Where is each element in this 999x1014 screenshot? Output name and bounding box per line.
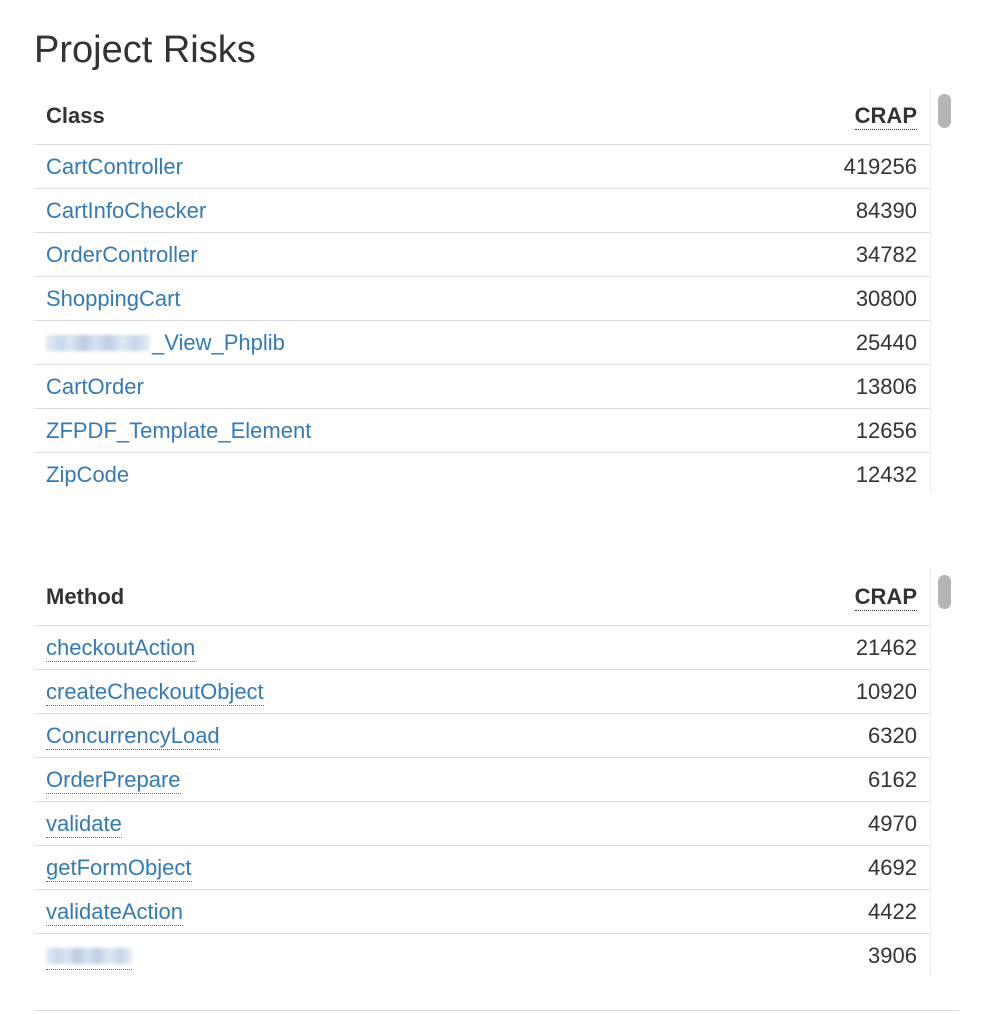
class-link[interactable]: ZipCode: [46, 462, 129, 487]
table-row: ShoppingCart 30800: [34, 276, 930, 320]
table-row: validateAction 4422: [34, 889, 930, 933]
method-link[interactable]: validate: [46, 810, 122, 838]
method-link[interactable]: getFormObject: [46, 854, 192, 882]
crap-value: 10920: [855, 678, 917, 704]
table-header: Class CRAP: [34, 88, 930, 145]
table-row: CartInfoChecker 84390: [34, 188, 930, 232]
class-risks-panel[interactable]: Class CRAP CartController 419256 CartInf…: [34, 88, 959, 494]
table-header: Method CRAP: [34, 569, 930, 626]
class-link[interactable]: CartInfoChecker: [46, 198, 206, 223]
redacted-text: [46, 947, 132, 964]
table-row: 3906: [34, 933, 930, 975]
crap-value: 25440: [855, 329, 917, 355]
crap-value: 6162: [868, 766, 917, 792]
table-row: getFormObject 4692: [34, 845, 930, 889]
crap-value: 12656: [855, 417, 917, 443]
table-row: OrderController 34782: [34, 232, 930, 276]
class-name-suffix: _View_Phplib: [152, 329, 285, 355]
table-row: OrderPrepare 6162: [34, 757, 930, 801]
crap-value: 34782: [855, 241, 917, 267]
crap-value: 6320: [868, 722, 917, 748]
column-header-class[interactable]: Class: [46, 103, 855, 129]
table-row: createCheckoutObject 10920: [34, 669, 930, 713]
method-risks-panel[interactable]: Method CRAP checkoutAction 21462 createC…: [34, 569, 959, 975]
crap-value: 4692: [868, 854, 917, 880]
scrollbar-thumb[interactable]: [938, 575, 951, 609]
crap-value: 30800: [855, 285, 917, 311]
class-link[interactable]: ShoppingCart: [46, 286, 181, 311]
table-row: validate 4970: [34, 801, 930, 845]
table-row: CartController 419256: [34, 145, 930, 188]
method-table-scrollbar[interactable]: [930, 569, 959, 975]
crap-value: 13806: [855, 373, 917, 399]
table-row: ZFPDF_Template_Element 12656: [34, 408, 930, 452]
table-row: ZipCode 12432: [34, 452, 930, 494]
crap-value: 419256: [843, 153, 917, 179]
method-link[interactable]: validateAction: [46, 898, 183, 926]
table-row: checkoutAction 21462: [34, 626, 930, 669]
class-link[interactable]: _View_Phplib: [46, 330, 285, 355]
column-header-method[interactable]: Method: [46, 584, 855, 610]
crap-value: 4422: [868, 898, 917, 924]
class-link[interactable]: CartOrder: [46, 374, 144, 399]
crap-value: 21462: [855, 634, 917, 660]
class-link[interactable]: CartController: [46, 154, 183, 179]
crap-value: 4970: [868, 810, 917, 836]
redacted-text: [46, 334, 150, 351]
table-row: ConcurrencyLoad 6320: [34, 713, 930, 757]
class-link[interactable]: ZFPDF_Template_Element: [46, 418, 311, 443]
class-link[interactable]: OrderController: [46, 242, 198, 267]
page-title: Project Risks: [34, 29, 256, 71]
table-row: CartOrder 13806: [34, 364, 930, 408]
column-header-crap[interactable]: CRAP: [854, 584, 917, 611]
method-link[interactable]: [46, 942, 132, 970]
column-header-crap[interactable]: CRAP: [854, 103, 917, 130]
method-risks-table: Method CRAP checkoutAction 21462 createC…: [34, 569, 930, 975]
scrollbar-thumb[interactable]: [938, 94, 951, 128]
method-link[interactable]: OrderPrepare: [46, 766, 181, 794]
crap-value: 84390: [855, 197, 917, 223]
crap-value: 3906: [868, 942, 917, 968]
class-risks-table: Class CRAP CartController 419256 CartInf…: [34, 88, 930, 494]
method-link[interactable]: createCheckoutObject: [46, 678, 264, 706]
method-link[interactable]: checkoutAction: [46, 634, 196, 662]
table-row: _View_Phplib 25440: [34, 320, 930, 364]
method-link[interactable]: ConcurrencyLoad: [46, 722, 220, 750]
class-table-scrollbar[interactable]: [930, 88, 959, 494]
crap-value: 12432: [855, 461, 917, 487]
divider: [34, 1010, 959, 1011]
